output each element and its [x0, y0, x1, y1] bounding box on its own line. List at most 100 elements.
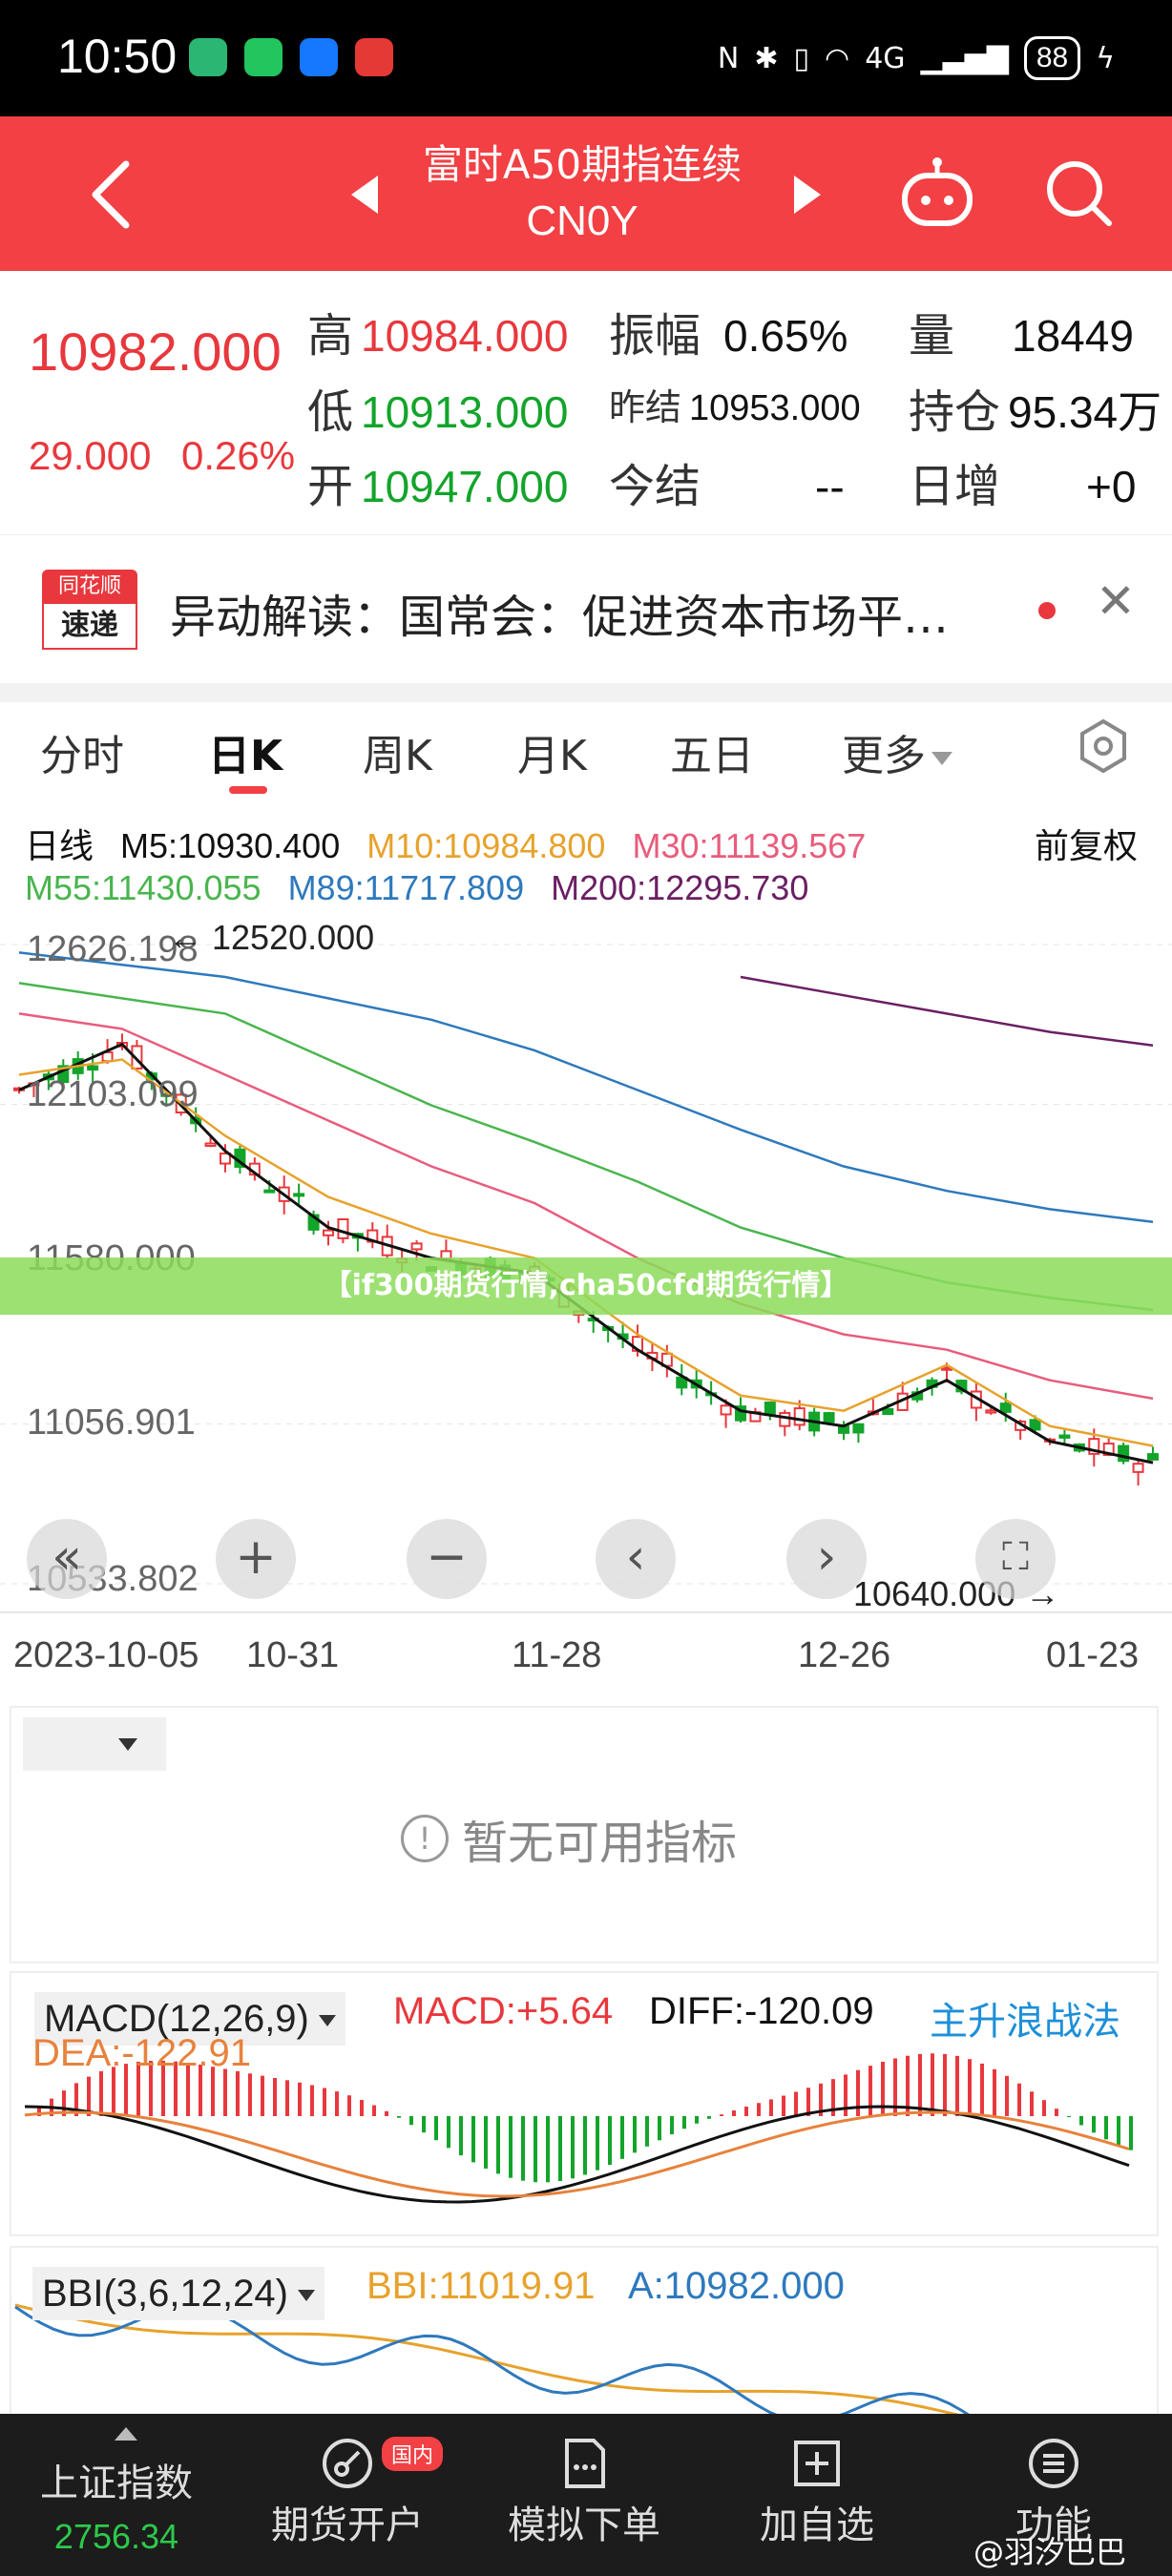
alipay-app-icon — [300, 38, 338, 76]
macd-bar — [397, 2116, 401, 2118]
bbi-a-value: A:10982.000 — [628, 2265, 845, 2307]
ma5-value: M5:10930.400 — [120, 826, 341, 865]
ma-legend-row-2: M55:11430.055 M89:11717.809 M200:12295.7… — [25, 868, 826, 908]
weibo-watermark: @羽汐巴巴 — [973, 2534, 1127, 2570]
macd-bar — [335, 2091, 339, 2116]
nav-add-watchlist[interactable]: 加自选 — [712, 2414, 922, 2576]
candle-down — [823, 1412, 835, 1423]
macd-bar — [1079, 2116, 1083, 2126]
date-label-4: 12-26 — [798, 1635, 891, 1675]
macd-bar — [223, 2068, 227, 2116]
news-headline[interactable]: 异动解读：国常会：促进资本市场平… — [170, 579, 1010, 646]
tab-weekly-k[interactable]: 周K — [363, 721, 432, 782]
nav-index[interactable]: 上证指数 2756.34 — [11, 2414, 221, 2576]
close-icon[interactable]: ✕ — [1096, 573, 1136, 629]
macd-bar — [1104, 2116, 1108, 2140]
search-icon[interactable] — [1040, 155, 1117, 231]
refresh-app-icon — [244, 38, 283, 76]
macd-bar — [645, 2116, 649, 2147]
scroll-left-button[interactable]: ‹ — [596, 1519, 676, 1599]
macd-bar — [534, 2116, 537, 2183]
macd-panel[interactable]: MACD(12,26,9) MACD:+5.64 DIFF:-120.09 主升… — [10, 1971, 1159, 2236]
battery-indicator: 88 — [1023, 36, 1081, 80]
low-cell: 低 10913.000 — [307, 374, 568, 441]
robot-assistant-icon[interactable] — [897, 153, 977, 233]
ma-line-label: 日线 — [25, 826, 94, 865]
macd-bar — [608, 2116, 612, 2166]
zoom-in-button[interactable]: + — [216, 1519, 296, 1599]
macd-bar — [273, 2077, 277, 2116]
settle-label: 今结 — [609, 460, 701, 513]
macd-bar — [571, 2116, 575, 2179]
tab-more-label: 更多 — [842, 732, 926, 780]
tab-intraday[interactable]: 分时 — [40, 721, 124, 782]
menu-circle-icon — [1029, 2439, 1078, 2488]
back-arrow-icon[interactable] — [84, 156, 141, 233]
macd-bar — [782, 2095, 785, 2116]
macd-bar — [99, 2070, 103, 2116]
status-indicators: Ν ✱ ▯ ◠ 4G ▁▃▅▇ 88 ϟ — [718, 36, 1115, 80]
open-interest-label: 持仓 — [909, 385, 1001, 439]
daily-inc-label: 日增 — [909, 460, 1001, 513]
strategy-link[interactable]: 主升浪战法 — [930, 1990, 1120, 2046]
candle-up — [720, 1404, 732, 1416]
macd-bar — [1055, 2109, 1058, 2116]
bottom-nav: 上证指数 2756.34 期货开户 国内 模拟下单 加自选 功能 @羽汐巴巴 — [0, 2414, 1172, 2576]
indicator-dropdown[interactable] — [23, 1717, 166, 1771]
nav-sim-order[interactable]: 模拟下单 — [479, 2414, 689, 2576]
ma89-value: M89:11717.809 — [287, 868, 525, 907]
candle-down — [87, 1065, 99, 1071]
macd-bar — [261, 2075, 264, 2116]
tab-more[interactable]: 更多 — [842, 721, 952, 782]
amplitude-label: 振幅 — [609, 309, 701, 363]
macd-bar — [471, 2116, 475, 2163]
tab-monthly-k[interactable]: 月K — [517, 721, 587, 782]
rewind-button[interactable]: « — [27, 1519, 107, 1599]
macd-bar — [422, 2116, 426, 2133]
adjust-mode[interactable]: 前复权 — [1035, 819, 1138, 868]
high-label: 高 — [307, 309, 354, 363]
scroll-right-button[interactable]: › — [786, 1519, 867, 1599]
open-interest-value: 95.34万 — [1008, 387, 1162, 437]
macd-bar — [682, 2116, 686, 2129]
charging-icon: ϟ — [1096, 41, 1115, 75]
contract-code: CN0Y — [526, 197, 638, 244]
futures-label: 期货开户 — [271, 2503, 424, 2547]
fullscreen-icon[interactable]: ⛶ — [975, 1519, 1056, 1599]
macd-bar — [509, 2116, 513, 2178]
candle-up — [985, 1409, 997, 1414]
date-label-1: 2023-10-05 — [13, 1635, 199, 1675]
watch-label: 加自选 — [760, 2503, 874, 2547]
bbi-selector[interactable]: BBI(3,6,12,24) — [32, 2267, 324, 2320]
expand-up-icon — [115, 2427, 137, 2441]
candle-up — [337, 1217, 349, 1239]
bbi-panel[interactable]: BBI(3,6,12,24) BBI:11019.91 A:10982.000 — [10, 2246, 1159, 2418]
volume-cell: 量 18449 — [909, 298, 1134, 364]
candle-down — [263, 1189, 276, 1194]
macd-bar — [769, 2099, 773, 2116]
tab-daily-k[interactable]: 日K — [208, 721, 283, 782]
candle-up — [204, 1142, 217, 1148]
high-value: 10984.000 — [361, 311, 569, 361]
macd-bar — [744, 2107, 748, 2116]
logo-line1: 同花顺 — [42, 570, 137, 604]
compass-icon — [323, 2439, 372, 2488]
sim-label: 模拟下单 — [508, 2503, 660, 2547]
settings-hexagon-icon[interactable] — [1073, 716, 1134, 777]
macd-bar — [596, 2116, 599, 2171]
ma-legend-row-1: 日线 M5:10930.400 M10:10984.800 M30:11139.… — [25, 819, 883, 868]
macd-bar — [968, 2059, 972, 2116]
low-value: 10913.000 — [361, 387, 569, 437]
no-indicator-message: ! 暂无可用指标 — [401, 1805, 737, 1872]
macd-bar — [496, 2116, 500, 2174]
macd-bar — [1005, 2075, 1009, 2116]
ad-banner[interactable]: 【if300期货行情,cha50cfd期货行情】 — [0, 1257, 1172, 1315]
macd-bar — [360, 2100, 364, 2116]
ma-lines — [18, 951, 1154, 1465]
macd-bar — [695, 2116, 699, 2124]
news-strip[interactable]: 同花顺 速递 异动解读：国常会：促进资本市场平… ✕ — [0, 534, 1172, 683]
zoom-out-button[interactable]: − — [407, 1519, 487, 1599]
next-contract-button[interactable] — [794, 176, 821, 214]
tab-five-day[interactable]: 五日 — [670, 721, 754, 782]
index-label: 上证指数 — [40, 2462, 193, 2505]
